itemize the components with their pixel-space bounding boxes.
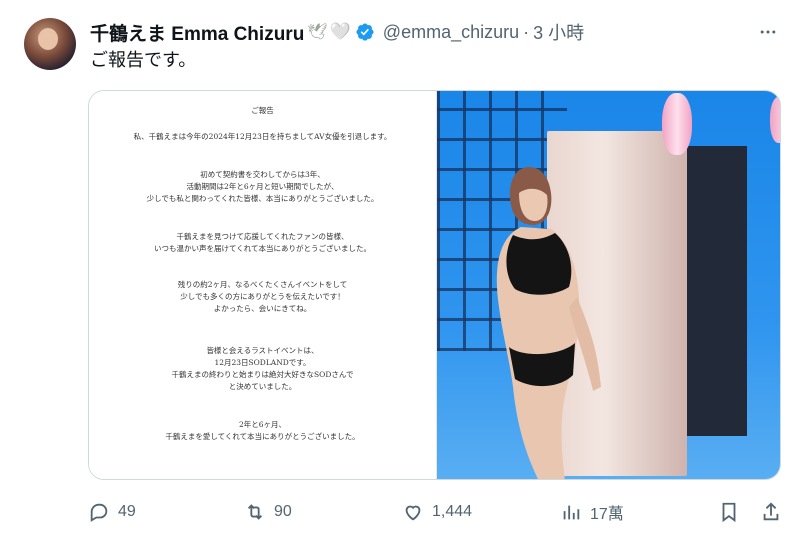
separator-dot: · <box>523 21 530 42</box>
tweet-media[interactable]: ご報告 私、千鶴えまは今年の2024年12月23日を持ちましてAV女優を引退しま… <box>88 90 781 480</box>
bookmark-icon <box>718 501 740 523</box>
event-photo[interactable] <box>437 91 780 479</box>
like-button[interactable]: 1,444 <box>402 498 472 526</box>
author-avatar[interactable] <box>24 18 76 70</box>
tweet-timestamp[interactable]: 3 小時 <box>533 19 584 45</box>
retweet-icon <box>244 501 266 523</box>
author-display-name[interactable]: 千鶴えま Emma Chizuru <box>90 19 304 46</box>
reply-button[interactable]: 49 <box>88 498 136 526</box>
tweet-text: ご報告です。 <box>90 50 197 70</box>
document-paragraph-1: 私、千鶴えまは今年の2024年12月23日を持ちましてAV女優を引退します。 <box>133 132 392 141</box>
retweet-count: 90 <box>274 503 292 520</box>
stage-banner-dark <box>687 146 747 436</box>
document-paragraph-6: 2年と6ヶ月、 千鶴えまを愛してくれて本当にありがとうございました。 <box>165 420 360 441</box>
reply-icon <box>88 501 110 523</box>
retweet-button[interactable]: 90 <box>244 498 292 526</box>
announcement-document-image[interactable]: ご報告 私、千鶴えまは今年の2024年12月23日を持ちましてAV女優を引退しま… <box>89 91 437 479</box>
bookmark-button[interactable] <box>718 498 740 526</box>
document-paragraph-3: 千鶴えまを見つけて応援してくれたファンの皆様、 いつも温かい声を届けてくれて本当… <box>153 232 372 253</box>
views-button[interactable]: 17萬 <box>560 498 624 526</box>
author-handle[interactable]: @emma_chizuru <box>383 22 519 43</box>
share-icon <box>760 501 782 523</box>
like-count: 1,444 <box>432 503 473 520</box>
tweet-header: 千鶴えま Emma Chizuru 🕊 🤍 @emma_chizuru · 3 … <box>90 19 780 46</box>
more-options-icon[interactable] <box>756 20 780 44</box>
document-paragraph-2: 初めて契約書を交わしてからは3年、 活動期間は2年と6ヶ月と短い期間でしたが、 … <box>146 170 379 203</box>
document-paragraph-5: 皆様と会えるラストイベントは、 12月23日SODLANDです。 千鶴えまの終わ… <box>171 346 354 391</box>
paper-lantern <box>662 93 692 155</box>
document-paragraph-4: 残りの約2ヶ月、なるべくたくさんイベントをして 少しでも多くの方にありがとうを伝… <box>177 280 348 313</box>
verified-badge-icon <box>355 22 375 42</box>
share-button[interactable] <box>760 498 782 526</box>
analytics-icon <box>560 501 582 523</box>
model-figure <box>496 167 601 479</box>
heart-icon <box>402 501 424 523</box>
reply-count: 49 <box>118 503 136 520</box>
document-title: ご報告 <box>251 106 274 115</box>
paper-lantern <box>770 97 780 143</box>
dove-emoji: 🕊 <box>307 24 328 41</box>
tweet-actions: 49 90 1,444 17萬 <box>88 498 788 526</box>
white-heart-emoji: 🤍 <box>329 22 351 41</box>
view-count: 17萬 <box>590 506 624 523</box>
